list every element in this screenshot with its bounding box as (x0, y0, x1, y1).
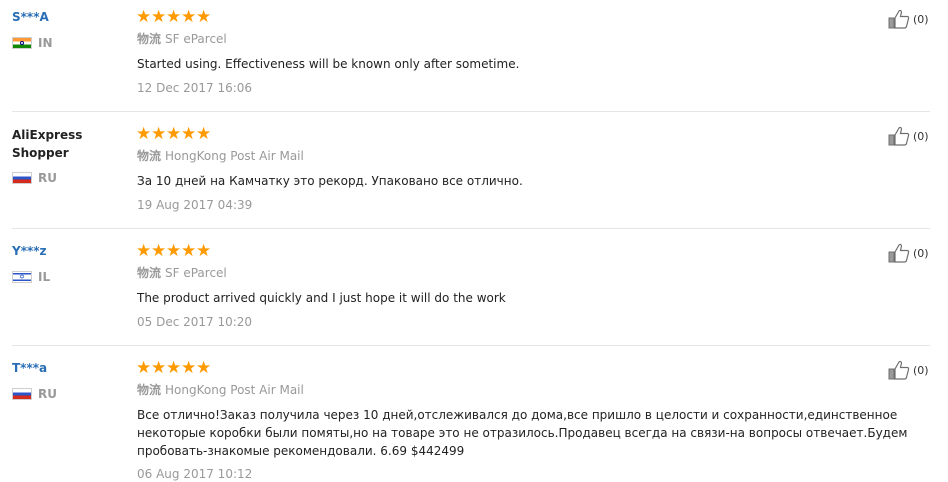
review-date: 12 Dec 2017 16:06 (137, 81, 253, 95)
shipping-method: HongKong Post Air Mail (165, 383, 304, 397)
review-divider (12, 228, 930, 229)
helpful-count: (0) (913, 129, 929, 143)
shipping-method: HongKong Post Air Mail (165, 149, 304, 163)
helpful-count: (0) (913, 363, 929, 377)
reviewer-name: Y***z (12, 244, 47, 258)
india-flag-icon (12, 37, 32, 49)
star-icon: ★ (136, 124, 152, 144)
star-rating: ★ ★ ★ ★ ★ (136, 358, 212, 378)
review-divider (12, 111, 930, 112)
shipping-label: 物流 (137, 266, 162, 280)
star-rating: ★ ★ ★ ★ ★ (136, 124, 212, 144)
country-code: RU (38, 171, 57, 185)
star-icon: ★ (181, 124, 197, 144)
star-icon: ★ (181, 241, 197, 261)
star-icon: ★ (166, 124, 182, 144)
star-icon: ★ (196, 124, 212, 144)
shipping-info: 物流 HongKong Post Air Mail (137, 148, 304, 164)
star-icon: ★ (136, 7, 152, 27)
israel-flag-icon: ✡ (12, 271, 32, 283)
star-icon: ★ (166, 241, 182, 261)
review-date: 05 Dec 2017 10:20 (137, 315, 253, 329)
shipping-info: 物流 SF eParcel (137, 31, 227, 47)
country-code: IN (38, 36, 53, 50)
shipping-method: SF eParcel (165, 32, 227, 46)
helpful-count: (0) (913, 12, 929, 26)
star-icon: ★ (181, 358, 197, 378)
russia-flag-icon (12, 172, 32, 184)
review-text: За 10 дней на Камчатку это рекорд. Упако… (137, 174, 523, 188)
reviewer-country: RU (12, 171, 57, 185)
star-icon: ★ (151, 124, 167, 144)
star-icon: ★ (166, 358, 182, 378)
star-icon: ★ (196, 358, 212, 378)
shipping-method: SF eParcel (165, 266, 227, 280)
thumbs-up-icon (888, 360, 910, 380)
star-rating: ★ ★ ★ ★ ★ (136, 7, 212, 27)
star-rating: ★ ★ ★ ★ ★ (136, 241, 212, 261)
helpful-button[interactable]: (0) (888, 9, 929, 29)
reviewer-country: ✡ IL (12, 270, 50, 284)
helpful-button[interactable]: (0) (888, 126, 929, 146)
star-icon: ★ (196, 7, 212, 27)
helpful-button[interactable]: (0) (888, 360, 929, 380)
reviewer-name: T***a (12, 361, 48, 375)
shipping-info: 物流 SF eParcel (137, 265, 227, 281)
shipping-label: 物流 (137, 149, 162, 163)
star-icon: ★ (151, 241, 167, 261)
review-date: 19 Aug 2017 04:39 (137, 198, 253, 212)
thumbs-up-icon (888, 9, 910, 29)
star-icon: ★ (151, 358, 167, 378)
country-code: RU (38, 387, 57, 401)
helpful-count: (0) (913, 246, 929, 260)
reviewer-country: IN (12, 36, 53, 50)
star-icon: ★ (166, 7, 182, 27)
russia-flag-icon (12, 388, 32, 400)
shipping-label: 物流 (137, 383, 162, 397)
reviewer-name: AliExpress Shopper (12, 128, 83, 160)
thumbs-up-icon (888, 243, 910, 263)
reviewer-name: S***A (12, 10, 49, 24)
review-divider (12, 345, 930, 346)
review-text: Started using. Effectiveness will be kno… (137, 57, 520, 71)
helpful-button[interactable]: (0) (888, 243, 929, 263)
review-date: 06 Aug 2017 10:12 (137, 467, 253, 481)
shipping-label: 物流 (137, 32, 162, 46)
review-text: The product arrived quickly and I just h… (137, 291, 506, 305)
star-icon: ★ (181, 7, 197, 27)
star-icon: ★ (151, 7, 167, 27)
review-text: Все отлично!Заказ получила через 10 дней… (137, 408, 908, 458)
country-code: IL (38, 270, 51, 284)
star-icon: ★ (136, 241, 152, 261)
thumbs-up-icon (888, 126, 910, 146)
star-icon: ★ (196, 241, 212, 261)
shipping-info: 物流 HongKong Post Air Mail (137, 382, 304, 398)
star-icon: ★ (136, 358, 152, 378)
reviewer-country: RU (12, 387, 57, 401)
